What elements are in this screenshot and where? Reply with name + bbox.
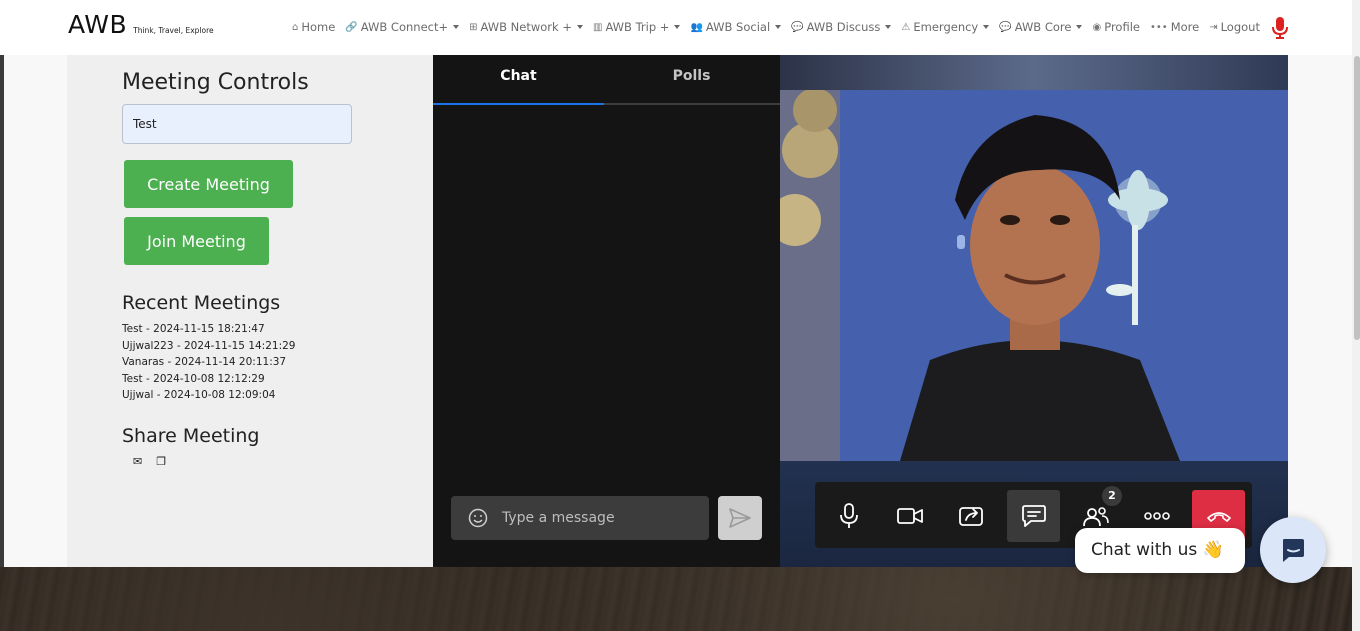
- list-item[interactable]: Test - 2024-11-15 18:21:47: [122, 321, 295, 338]
- nav-item-awb-core[interactable]: 💬 AWB Core: [999, 20, 1083, 34]
- nav-item-label: AWB Social: [705, 20, 771, 34]
- left-edge: [0, 55, 4, 567]
- hangup-icon: [1206, 512, 1231, 522]
- chat-with-us-label: Chat with us: [1091, 540, 1198, 560]
- participants-count-badge: 2: [1102, 486, 1122, 506]
- nav-item-awb-discuss[interactable]: 💬 AWB Discuss: [791, 20, 892, 34]
- nav-item-label: More: [1170, 20, 1200, 34]
- caret-down-icon: [453, 25, 460, 29]
- top-navbar: AWB Think, Travel, Explore ⌂ Home 🔗 AWB Con…: [0, 0, 1360, 55]
- share-screen-icon: [958, 507, 983, 526]
- nav-item-label: AWB Discuss: [806, 20, 881, 34]
- emoji-icon[interactable]: [468, 508, 488, 528]
- caret-down-icon: [674, 25, 681, 29]
- chat-icon: [1021, 505, 1046, 527]
- nav-item-label: Logout: [1220, 20, 1260, 34]
- map-icon: ▥: [592, 21, 603, 33]
- nav-item-label: AWB Trip +: [605, 20, 670, 34]
- ellipsis-icon: •••: [1149, 21, 1168, 33]
- chat-panel: Chat Polls Type a message: [433, 55, 780, 567]
- home-icon: ⌂: [292, 21, 299, 33]
- nav-item-label: AWB Connect+: [360, 20, 449, 34]
- copy-icon[interactable]: ❐: [156, 455, 166, 468]
- nav-item-label: Home: [301, 20, 336, 34]
- caret-down-icon: [885, 25, 892, 29]
- create-meeting-button[interactable]: Create Meeting: [124, 160, 293, 208]
- link-icon: 🔗: [345, 21, 358, 33]
- comments-icon: 💬: [791, 21, 804, 33]
- nav-item-label: AWB Network +: [480, 20, 572, 34]
- caret-down-icon: [576, 25, 583, 29]
- caret-down-icon: [1076, 25, 1083, 29]
- nav-item-emergency[interactable]: ⚠ Emergency: [901, 20, 990, 34]
- nav-item-logout[interactable]: ⇥ Logout: [1209, 20, 1260, 34]
- microphone-icon: [839, 503, 858, 528]
- brand-tagline: Think, Travel, Explore: [133, 26, 214, 35]
- list-item[interactable]: Ujjwal - 2024-10-08 12:09:04: [122, 387, 295, 404]
- join-meeting-button[interactable]: Join Meeting: [124, 217, 269, 265]
- warning-icon: ⚠: [901, 21, 911, 33]
- nav-item-awb-social[interactable]: 👥 AWB Social: [690, 20, 782, 34]
- participant-image: [780, 90, 1288, 461]
- video-header-blur: [780, 55, 1288, 90]
- more-icon: [1143, 512, 1170, 520]
- message-placeholder: Type a message: [502, 510, 615, 526]
- users-icon: 👥: [690, 21, 703, 33]
- toolbar-camera-button[interactable]: [883, 490, 936, 542]
- tab-chat[interactable]: Chat: [433, 55, 604, 105]
- scrollbar-thumb[interactable]: [1354, 56, 1360, 340]
- recent-meetings-title: Recent Meetings: [122, 292, 281, 314]
- nav-item-awb-connect[interactable]: 🔗 AWB Connect+: [345, 20, 460, 34]
- envelope-icon[interactable]: ✉: [133, 455, 142, 468]
- share-meeting-title: Share Meeting: [122, 425, 260, 447]
- microphone-icon[interactable]: [1271, 16, 1289, 40]
- nav-menu: ⌂ Home 🔗 AWB Connect+ ⊞ AWB Network + ▥ AWB Tri…: [292, 20, 1270, 34]
- video-panel: 2: [780, 55, 1288, 567]
- sitemap-icon: ⊞: [469, 21, 478, 33]
- nav-item-home[interactable]: ⌂ Home: [292, 20, 335, 34]
- toolbar-mic-button[interactable]: [822, 490, 875, 542]
- list-item[interactable]: Ujjwal223 - 2024-11-15 14:21:29: [122, 338, 295, 355]
- list-item[interactable]: Test - 2024-10-08 12:12:29: [122, 371, 295, 388]
- nav-item-more[interactable]: ••• More: [1150, 20, 1199, 34]
- caret-down-icon: [775, 25, 782, 29]
- nav-item-label: Emergency: [913, 20, 979, 34]
- user-circle-icon: ◉: [1092, 21, 1102, 33]
- send-icon: [729, 508, 751, 528]
- nav-item-profile[interactable]: ◉ Profile: [1092, 20, 1140, 34]
- nav-item-label: AWB Core: [1014, 20, 1072, 34]
- list-item[interactable]: Vanaras - 2024-11-14 20:11:37: [122, 354, 295, 371]
- send-button[interactable]: [718, 496, 762, 540]
- wave-emoji-icon: 👋: [1202, 540, 1224, 560]
- meeting-controls-panel: Meeting Controls Create Meeting Join Mee…: [67, 55, 433, 567]
- comments-icon: 💬: [999, 21, 1012, 33]
- logout-icon: ⇥: [1209, 21, 1218, 33]
- chat-tabs: Chat Polls: [433, 55, 780, 105]
- participant-video: [780, 90, 1288, 461]
- brand-logo[interactable]: AWB Think, Travel, Explore: [68, 10, 214, 39]
- share-icons: ✉ ❐: [133, 455, 180, 468]
- participants-icon: [1082, 507, 1109, 527]
- camera-icon: [896, 508, 923, 524]
- message-input[interactable]: Type a message: [451, 496, 709, 540]
- brand-name: AWB: [68, 10, 128, 39]
- toolbar-share-screen-button[interactable]: [945, 490, 998, 542]
- recent-meetings-list: Test - 2024-11-15 18:21:47 Ujjwal223 - 2…: [122, 321, 295, 404]
- caret-down-icon: [983, 25, 990, 29]
- nav-item-label: Profile: [1104, 20, 1140, 34]
- nav-item-awb-trip[interactable]: ▥ AWB Trip +: [592, 20, 681, 34]
- chat-bubble-icon: [1283, 539, 1304, 562]
- nav-item-awb-network[interactable]: ⊞ AWB Network +: [469, 20, 583, 34]
- meeting-controls-title: Meeting Controls: [122, 70, 309, 95]
- chat-with-us-bubble[interactable]: Chat with us 👋: [1075, 528, 1245, 573]
- tab-polls[interactable]: Polls: [606, 55, 777, 105]
- meeting-name-input[interactable]: [122, 104, 352, 144]
- chat-widget-button[interactable]: [1260, 517, 1326, 583]
- toolbar-chat-button[interactable]: [1007, 490, 1060, 542]
